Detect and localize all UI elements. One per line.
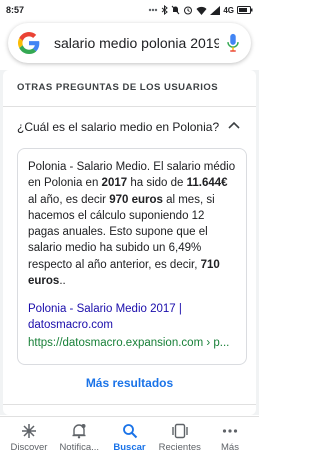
tabs-icon	[172, 423, 188, 439]
nav-discover[interactable]: Discover	[4, 417, 54, 460]
bluetooth-icon	[162, 5, 169, 15]
nav-label: Discover	[10, 442, 48, 453]
more-results-button[interactable]: Más resultados	[3, 376, 256, 390]
source-url[interactable]: https://datosmacro.expansion.com › p...	[28, 337, 236, 349]
alarm-icon	[184, 6, 193, 15]
google-logo-icon	[18, 32, 40, 54]
asterisk-icon	[22, 424, 36, 438]
mute-icon	[171, 5, 180, 15]
results-area: OTRAS PREGUNTAS DE LOS USUARIOS ¿Cuál es…	[0, 70, 259, 415]
signal-icon	[210, 5, 221, 15]
chevron-up-icon[interactable]	[228, 121, 240, 129]
answer-box: Polonia - Salario Medio. El salario médi…	[17, 148, 247, 365]
nav-notifications[interactable]: Notifica...	[54, 417, 104, 460]
nav-label: Recientes	[158, 442, 201, 453]
microphone-icon[interactable]	[225, 33, 241, 53]
nav-recent[interactable]: Recientes	[155, 417, 205, 460]
source-link[interactable]: Polonia - Salario Medio 2017 | datosmacr…	[28, 301, 236, 333]
answer-part: al año, es decir	[28, 193, 110, 206]
network-label: 4G	[223, 5, 234, 15]
divider	[3, 404, 256, 405]
nav-label: Buscar	[113, 442, 146, 453]
wifi-icon	[196, 6, 207, 15]
nav-label: Más	[221, 442, 239, 453]
search-icon	[122, 424, 137, 439]
answer-text: Polonia - Salario Medio. El salario médi…	[28, 159, 236, 289]
status-icons: 4G	[148, 5, 253, 15]
answer-bold: 970 euros	[109, 193, 163, 206]
bell-icon	[72, 424, 86, 439]
people-also-ask-card: OTRAS PREGUNTAS DE LOS USUARIOS ¿Cuál es…	[3, 70, 256, 415]
nav-search[interactable]: Buscar	[105, 417, 155, 460]
question-text[interactable]: ¿Cuál es el salario medio en Polonia?	[17, 120, 219, 134]
answer-bold: 11.644€	[186, 177, 228, 190]
divider	[3, 106, 256, 107]
search-bar[interactable]: salario medio polonia 2019	[8, 23, 251, 63]
card-title: OTRAS PREGUNTAS DE LOS USUARIOS	[17, 82, 219, 93]
status-bar: 8:57 4G	[0, 0, 259, 20]
answer-part: ..	[59, 275, 66, 288]
battery-icon	[237, 6, 253, 14]
dots-icon	[149, 8, 158, 12]
more-icon	[222, 429, 238, 433]
answer-part: ha sido de	[127, 177, 187, 190]
bottom-nav: Discover Notifica... Buscar Recientes Má…	[0, 416, 259, 460]
answer-bold: 2017	[101, 177, 128, 190]
status-time: 8:57	[6, 5, 25, 15]
search-input[interactable]: salario medio polonia 2019	[54, 35, 219, 51]
nav-more[interactable]: Más	[205, 417, 255, 460]
nav-label: Notifica...	[59, 442, 100, 453]
